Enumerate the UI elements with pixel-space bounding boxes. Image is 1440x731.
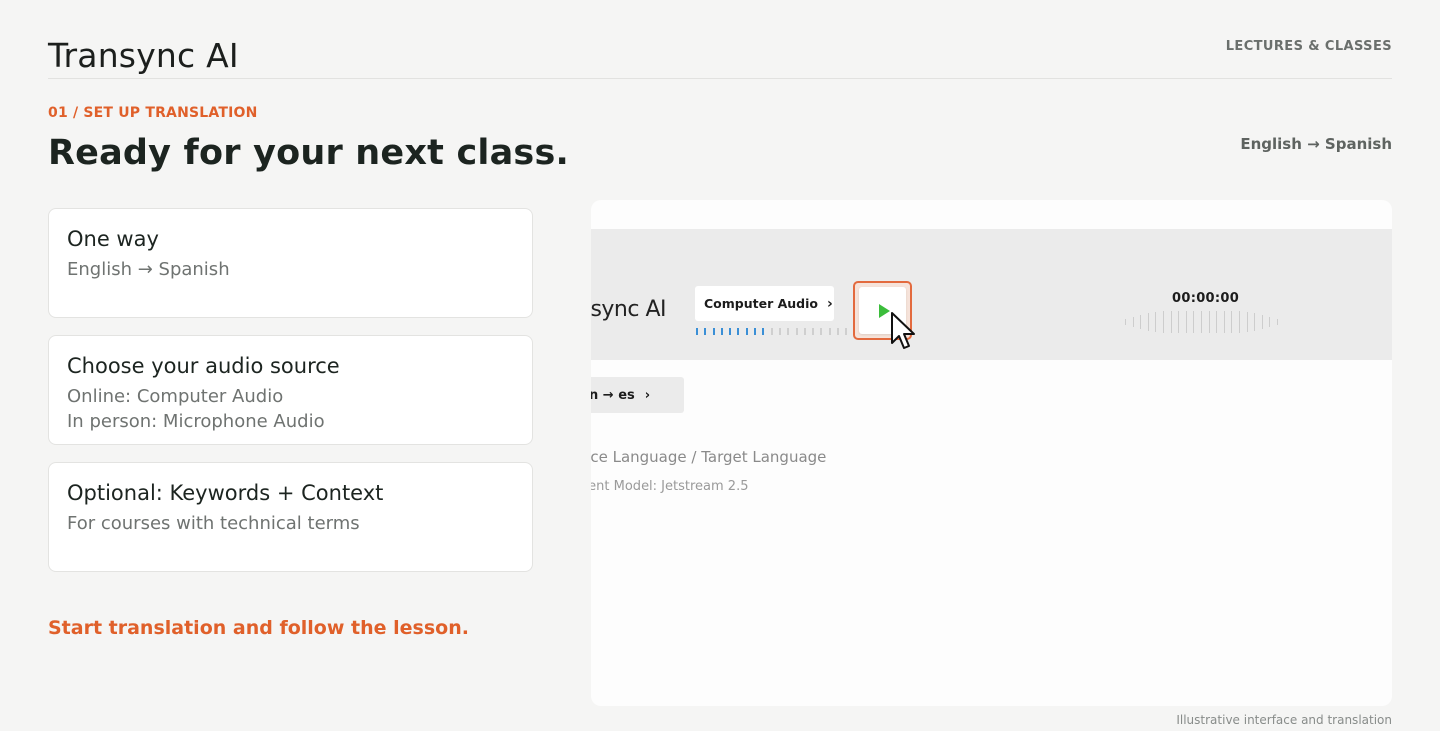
card-one-way: One way English → Spanish: [48, 208, 533, 318]
session-timer: 00:00:00: [1172, 291, 1240, 306]
chevron-right-icon: ›: [644, 387, 651, 403]
meter-tick: [837, 328, 840, 335]
waveform-bar: [1185, 311, 1187, 333]
meter-tick: [712, 328, 715, 335]
meter-tick: [803, 328, 806, 335]
card-line: For courses with technical terms: [67, 513, 360, 534]
audio-level-meter: [696, 328, 856, 335]
meter-tick: [828, 328, 831, 335]
waveform-bar: [1147, 313, 1149, 331]
card-line: English → Spanish: [67, 259, 230, 280]
preview-toolbar: nsync AI Computer Audio › 00:00:00: [591, 229, 1392, 360]
waveform-bar: [1162, 311, 1164, 333]
meter-tick: [704, 328, 707, 335]
waveform-bar: [1200, 311, 1202, 333]
waveform-bar: [1246, 312, 1248, 332]
waveform-bar: [1155, 312, 1157, 332]
waveform-bar: [1254, 313, 1256, 331]
meter-tick: [737, 328, 740, 335]
meter-tick: [787, 328, 790, 335]
waveform-bar: [1269, 317, 1271, 327]
meter-tick: [696, 328, 698, 335]
waveform: [1125, 311, 1278, 333]
meter-tick: [778, 328, 781, 335]
header-divider: [48, 78, 1392, 79]
card-keywords-context: Optional: Keywords + Context For courses…: [48, 462, 533, 572]
waveform-bar: [1140, 315, 1142, 329]
step-label: 01 / SET UP TRANSLATION: [48, 105, 258, 121]
waveform-bar: [1208, 311, 1210, 333]
card-title: Choose your audio source: [67, 354, 340, 378]
current-model: rrent Model: Jetstream 2.5: [591, 479, 749, 494]
audio-source-button[interactable]: Computer Audio ›: [695, 286, 834, 321]
waveform-bar: [1132, 317, 1134, 327]
cta-text: Start translation and follow the lesson.: [48, 617, 469, 639]
meter-tick: [770, 328, 773, 335]
meter-tick: [720, 328, 723, 335]
waveform-bar: [1223, 311, 1225, 333]
preview-brand: nsync AI: [591, 297, 667, 322]
waveform-bar: [1125, 319, 1126, 325]
language-pair-value: n → es: [591, 387, 635, 403]
waveform-bar: [1238, 311, 1240, 333]
meter-tick: [795, 328, 798, 335]
waveform-bar: [1170, 311, 1172, 333]
audio-source-label: Computer Audio: [704, 296, 818, 311]
brand-logo[interactable]: Transync AI: [48, 36, 239, 75]
meter-tick: [820, 328, 823, 335]
waveform-bar: [1231, 311, 1233, 333]
meter-tick: [729, 328, 732, 335]
waveform-bar: [1216, 311, 1218, 333]
card-line: Online: Computer Audio: [67, 386, 284, 407]
cursor-icon: [891, 312, 915, 349]
language-pair-button[interactable]: n → es ›: [591, 377, 684, 413]
card-title: Optional: Keywords + Context: [67, 481, 384, 505]
card-title: One way: [67, 227, 159, 251]
nav-link-lectures[interactable]: LECTURES & CLASSES: [1226, 39, 1392, 54]
language-heading: urce Language / Target Language: [591, 448, 827, 466]
meter-tick: [845, 328, 848, 335]
waveform-bar: [1193, 311, 1195, 333]
language-pair-label: English → Spanish: [1240, 135, 1392, 153]
waveform-bar: [1276, 319, 1278, 325]
card-line: In person: Microphone Audio: [67, 411, 325, 432]
page-title: Ready for your next class.: [48, 133, 569, 173]
meter-tick: [812, 328, 815, 335]
play-icon: [879, 304, 890, 318]
app-preview-panel: nsync AI Computer Audio › 00:00:00 n → e…: [591, 200, 1392, 706]
footnote: Illustrative interface and translation: [1176, 713, 1392, 727]
chevron-right-icon: ›: [827, 295, 833, 312]
meter-tick: [762, 328, 765, 335]
card-audio-source: Choose your audio source Online: Compute…: [48, 335, 533, 445]
meter-tick: [745, 328, 748, 335]
waveform-bar: [1178, 311, 1180, 333]
waveform-bar: [1261, 315, 1263, 329]
meter-tick: [754, 328, 757, 335]
